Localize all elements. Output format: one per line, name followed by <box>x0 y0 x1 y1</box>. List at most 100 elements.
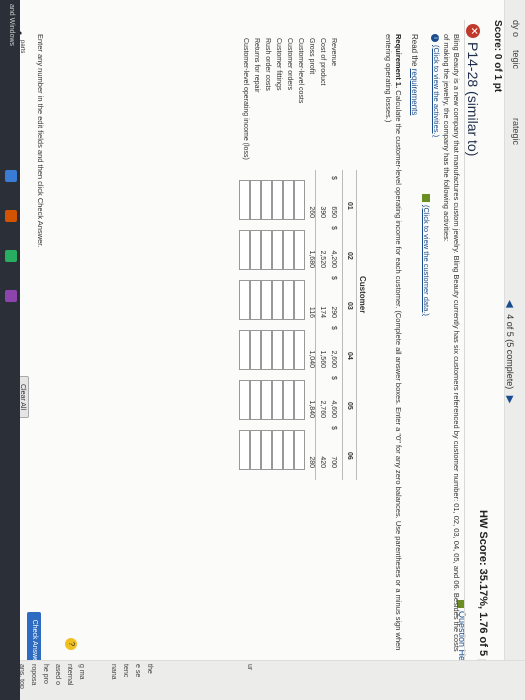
answer-input[interactable] <box>283 380 294 420</box>
row-label: Returns for repair <box>253 38 260 93</box>
table-cell: 260 <box>308 206 315 218</box>
answer-input[interactable] <box>250 380 261 420</box>
answer-input[interactable] <box>261 280 272 320</box>
app-icon[interactable] <box>5 250 17 262</box>
answer-input[interactable] <box>250 430 261 470</box>
answer-input[interactable] <box>250 280 261 320</box>
gutter-text: tegic <box>511 50 521 70</box>
table-cell: 174 <box>319 306 326 318</box>
answer-input[interactable] <box>261 430 272 470</box>
data-table-icon <box>421 194 430 202</box>
row-label: Customer orders <box>286 38 293 91</box>
activities-link[interactable]: (Click to view the activities.) <box>432 45 441 137</box>
answer-input[interactable] <box>294 330 305 370</box>
table-cell: 290 <box>330 306 337 318</box>
dollar-sign: $ <box>330 276 337 280</box>
answer-input[interactable] <box>239 330 250 370</box>
answer-input[interactable] <box>294 180 305 220</box>
dollar-sign: $ <box>330 426 337 430</box>
dollar-sign: $ <box>330 376 337 380</box>
edge-text: he pro <box>42 664 49 684</box>
answer-input[interactable] <box>283 180 294 220</box>
edge-text: ased o <box>54 664 61 686</box>
prev-question-button[interactable]: ◀ <box>504 300 515 308</box>
row-label: Gross profit <box>308 38 315 75</box>
column-header: 04 <box>346 352 353 360</box>
help-icon[interactable]: ? <box>65 638 77 650</box>
table-cell: 1,040 <box>308 350 315 368</box>
answer-input[interactable] <box>272 280 283 320</box>
table-cell: 1,840 <box>308 400 315 418</box>
dollar-sign: $ <box>330 176 337 180</box>
edge-text: roposa <box>30 664 37 686</box>
row-label: Revenue <box>330 38 337 67</box>
answer-input[interactable] <box>239 430 250 470</box>
table-cell: 650 <box>330 206 337 218</box>
row-label: Rush order costs <box>264 38 271 91</box>
answer-input[interactable] <box>261 230 272 270</box>
answer-input[interactable] <box>272 230 283 270</box>
divider <box>464 20 465 680</box>
table-cell: 390 <box>319 206 326 218</box>
edge-text: nternal <box>66 664 73 686</box>
requirement-text: Requirement 1. Calculate the customer-le… <box>383 34 403 654</box>
footer-instructions: Enter any number in the edit fields and … <box>36 34 45 248</box>
column-header: 05 <box>346 402 353 410</box>
answer-input[interactable] <box>250 180 261 220</box>
table-cell: 2,760 <box>319 400 326 418</box>
requirement-label: Requirement 1. <box>394 34 403 89</box>
read-prefix: Read the <box>410 34 419 67</box>
answer-input[interactable] <box>250 230 261 270</box>
gutter-text: dy o <box>511 20 521 38</box>
answer-input[interactable] <box>283 330 294 370</box>
row-label: Customer-level costs <box>297 38 304 104</box>
answer-input[interactable] <box>272 430 283 470</box>
table-cell: 2,520 <box>319 250 326 268</box>
gutter-text: rategic <box>511 118 521 146</box>
app-icon[interactable] <box>5 290 17 302</box>
answer-input[interactable] <box>283 230 294 270</box>
answer-input[interactable] <box>283 430 294 470</box>
answer-input[interactable] <box>294 430 305 470</box>
answer-input[interactable] <box>239 280 250 320</box>
table-cell: 4,200 <box>330 250 337 268</box>
answer-input[interactable] <box>294 380 305 420</box>
answer-input[interactable] <box>250 330 261 370</box>
table-cell: 116 <box>308 306 315 318</box>
table-cell: 1,560 <box>319 350 326 368</box>
column-header: 03 <box>346 302 353 310</box>
answer-input[interactable] <box>239 180 250 220</box>
answer-input[interactable] <box>261 330 272 370</box>
answer-input[interactable] <box>283 280 294 320</box>
screenshot-frame: dy o tegic rategic Score: 0 of 1 pt ◀ 4 … <box>0 0 525 700</box>
answer-input[interactable] <box>272 380 283 420</box>
requirements-link[interactable]: requirements <box>410 69 419 116</box>
answer-input[interactable] <box>272 330 283 370</box>
hw-score-label: HW Score: 35.17%, 1.76 of 5 pts <box>477 510 489 676</box>
answer-input[interactable] <box>261 380 272 420</box>
customer-data-link[interactable]: (Click to view the customer data.) <box>422 205 431 316</box>
answer-input[interactable] <box>261 180 272 220</box>
question-title-text: P14-28 (similar to) <box>465 42 481 157</box>
edge-text: nana <box>110 664 117 680</box>
answer-input[interactable] <box>294 280 305 320</box>
app-icon[interactable] <box>5 170 17 182</box>
requirement-body: Calculate the customer-level operating i… <box>384 34 403 651</box>
customer-header: Customer <box>358 276 367 314</box>
edge-text: tenc <box>122 664 129 678</box>
column-header: 01 <box>346 202 353 210</box>
dollar-sign: $ <box>330 326 337 330</box>
answer-input[interactable] <box>239 380 250 420</box>
browser-page: dy o tegic rategic Score: 0 of 1 pt ◀ 4 … <box>0 0 525 700</box>
question-title: ✕ P14-28 (similar to) <box>465 24 481 156</box>
row-label: Cost of product <box>319 38 326 86</box>
column-header: 02 <box>346 252 353 260</box>
answer-input[interactable] <box>294 230 305 270</box>
problem-statement: Bling Beauty is a new company that manuf… <box>421 34 461 654</box>
next-question-button[interactable]: ▶ <box>504 396 515 404</box>
dollar-sign: $ <box>330 226 337 230</box>
app-icon[interactable] <box>5 210 17 222</box>
answer-input[interactable] <box>272 180 283 220</box>
table-cell: 280 <box>308 456 315 468</box>
answer-input[interactable] <box>239 230 250 270</box>
